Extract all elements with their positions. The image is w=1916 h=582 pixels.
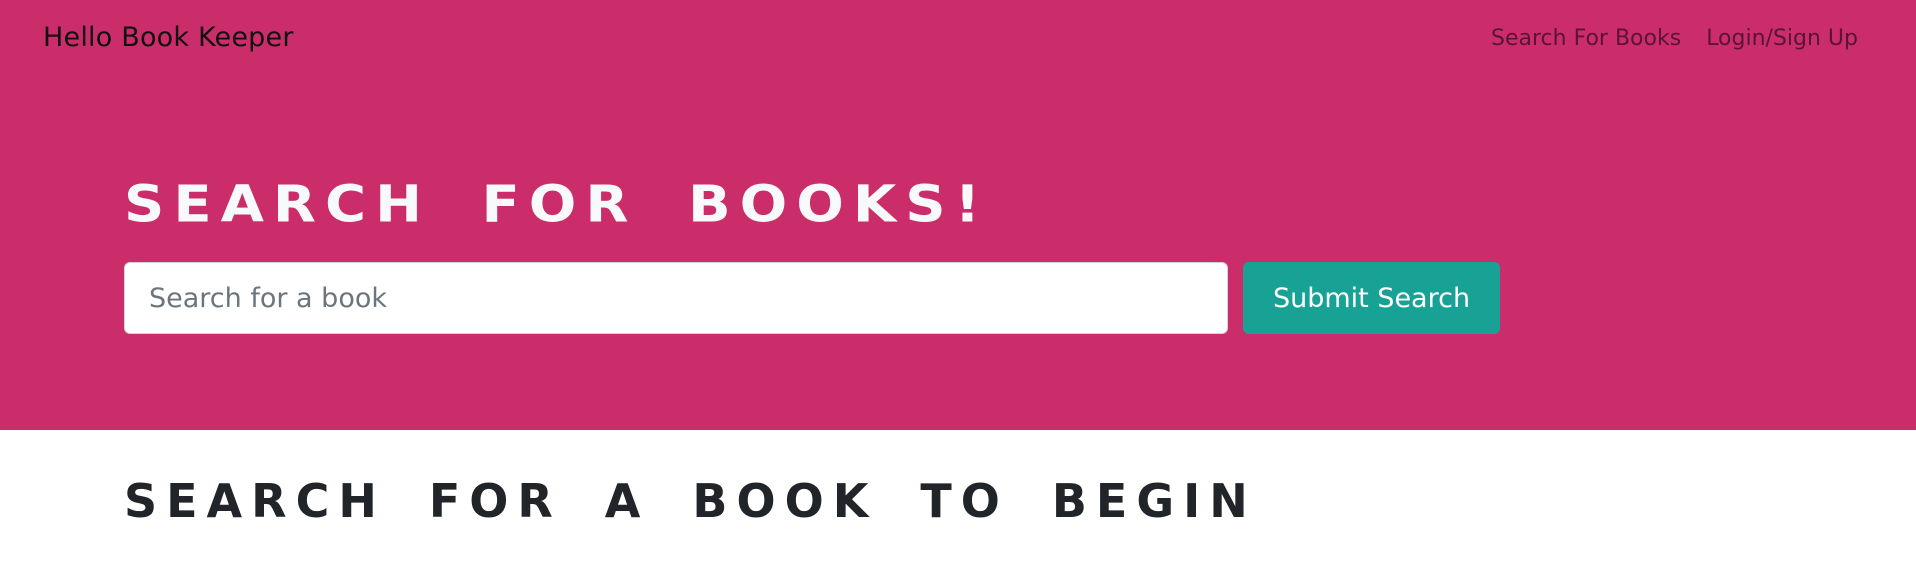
hero-search-section: Search For Books! Submit Search	[0, 80, 1916, 430]
nav-link-search-for-books[interactable]: Search For Books	[1491, 26, 1681, 51]
results-title: Search for a book to begin	[124, 474, 1257, 528]
submit-search-button[interactable]: Submit Search	[1243, 262, 1500, 334]
hero-title: Search For Books!	[124, 175, 990, 234]
brand-link[interactable]: Hello Book Keeper	[43, 22, 294, 53]
search-input[interactable]	[124, 262, 1228, 334]
nav-link-login-signup[interactable]: Login/Sign Up	[1706, 26, 1858, 51]
nav-links: Search For Books Login/Sign Up	[1491, 26, 1858, 51]
navbar: Hello Book Keeper Search For Books Login…	[0, 0, 1916, 80]
